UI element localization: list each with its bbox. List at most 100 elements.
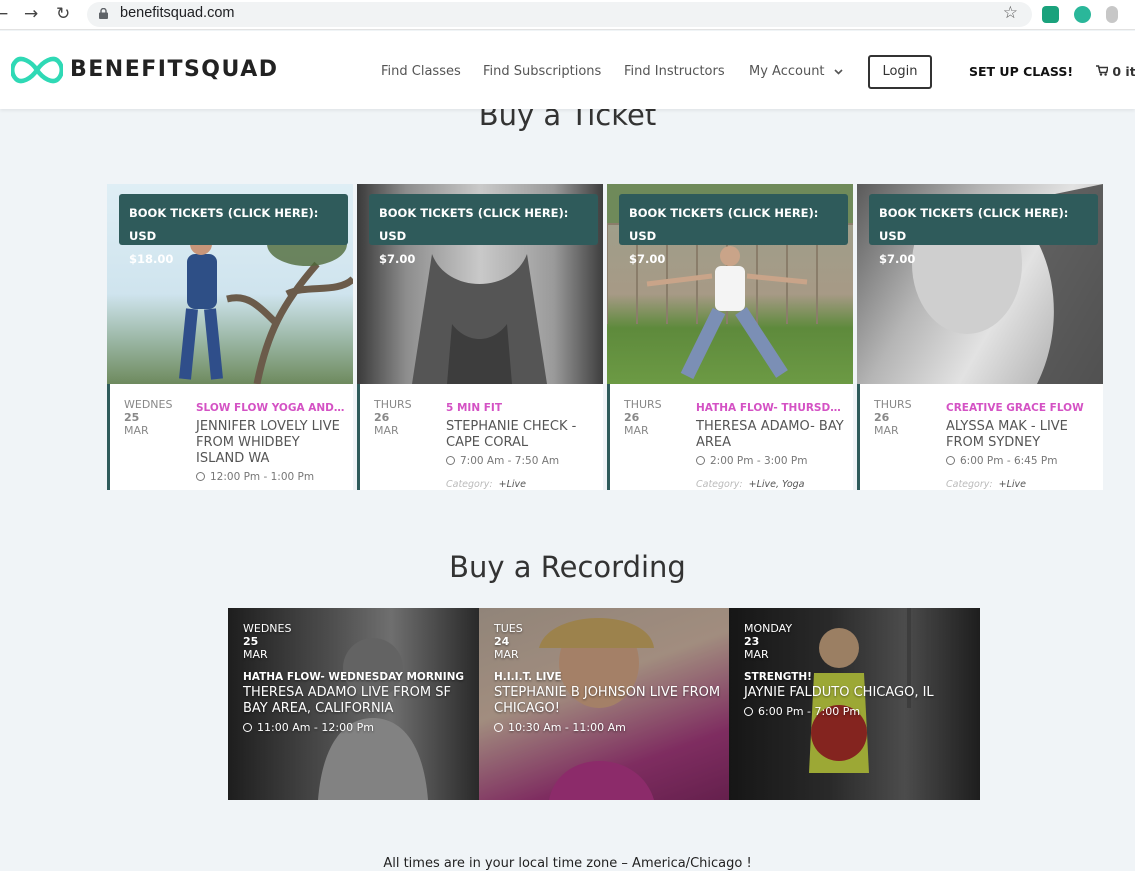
back-icon[interactable]: ← <box>0 4 8 24</box>
book-tickets-label: BOOK TICKETS (CLICK HERE): USD <box>879 206 1069 243</box>
event-time-text: 2:00 Pm - 3:00 Pm <box>710 455 808 467</box>
event-month: MAR <box>374 424 399 437</box>
class-title-link[interactable]: CREATIVE GRACE FLOW <box>946 402 1096 414</box>
recording-details: TUES 24 MAR H.I.I.T. LIVE STEPHANIE B JO… <box>494 622 722 734</box>
category-label: Category: <box>696 479 743 490</box>
nav-my-account[interactable]: My Account <box>749 64 843 79</box>
nav-find-classes[interactable]: Find Classes <box>381 64 461 79</box>
recording-day: 23 <box>744 635 760 648</box>
class-title-link[interactable]: SLOW FLOW YOGA AND … <box>196 402 346 414</box>
cart-count: 0 ite <box>1112 64 1135 79</box>
ticket-card[interactable]: BOOK TICKETS (CLICK HERE): USD $7.00 THU… <box>857 184 1103 490</box>
event-time: 7:00 Am - 7:50 Am <box>446 455 559 467</box>
event-time-text: 7:00 Am - 7:50 Am <box>460 455 560 467</box>
event-date: WEDNES 25 MAR <box>124 398 172 437</box>
extension-icon[interactable] <box>1042 6 1059 23</box>
recording-time-text: 6:00 Pm - 7:00 Pm <box>758 705 861 718</box>
ticket-card[interactable]: BOOK TICKETS (CLICK HERE): USD $18.00 WE… <box>107 184 353 490</box>
clock-icon <box>946 456 955 465</box>
recording-instructor: JAYNIE FALDUTO CHICAGO, IL <box>744 685 934 700</box>
ticket-details: THURS 26 MAR 5 MIN FIT STEPHANIE CHECK -… <box>357 384 603 490</box>
category-tags[interactable]: +Live <box>999 479 1026 490</box>
recording-time: 11:00 Am - 12:00 Pm <box>243 721 471 734</box>
recording-day: 24 <box>494 635 510 648</box>
event-time: 6:00 Pm - 6:45 Pm <box>946 455 1057 467</box>
class-photo[interactable]: BOOK TICKETS (CLICK HERE): USD $7.00 <box>857 184 1103 384</box>
recording-month: MAR <box>494 648 519 661</box>
instructor-name: STEPHANIE CHECK - CAPE CORAL <box>446 419 577 450</box>
recording-month: MAR <box>243 648 268 661</box>
book-tickets-button[interactable]: BOOK TICKETS (CLICK HERE): USD $7.00 <box>869 194 1098 266</box>
reload-icon[interactable]: ↻ <box>56 4 70 24</box>
book-tickets-label: BOOK TICKETS (CLICK HERE): USD <box>629 206 819 243</box>
event-day: 26 <box>624 411 640 424</box>
recording-date: MONDAY 23 MAR <box>744 622 972 661</box>
setup-class-link[interactable]: SET UP CLASS! <box>969 64 1073 79</box>
category-tags[interactable]: +Live <box>499 479 526 490</box>
address-bar[interactable]: benefitsquad.com ☆ <box>87 2 1032 27</box>
url-text[interactable]: benefitsquad.com <box>120 5 234 21</box>
clock-icon <box>696 456 705 465</box>
event-categories: Category: +Live <box>946 479 1026 490</box>
recording-title-link[interactable]: HATHA FLOW- WEDNESDAY MORNING <box>243 671 471 683</box>
event-date: THURS 26 MAR <box>874 398 912 437</box>
browser-toolbar: ← → ↻ benefitsquad.com ☆ <box>0 0 1135 30</box>
nav-find-instructors[interactable]: Find Instructors <box>624 64 725 79</box>
event-month: MAR <box>124 424 149 437</box>
class-photo[interactable]: BOOK TICKETS (CLICK HERE): USD $7.00 <box>607 184 853 384</box>
extension-icon[interactable] <box>1106 6 1118 23</box>
event-date: THURS 26 MAR <box>624 398 662 437</box>
nav-my-account-label: My Account <box>749 64 825 79</box>
book-tickets-button[interactable]: BOOK TICKETS (CLICK HERE): USD $18.00 <box>119 194 348 266</box>
event-time-text: 12:00 Pm - 1:00 Pm <box>210 471 315 483</box>
class-photo[interactable]: BOOK TICKETS (CLICK HERE): USD $7.00 <box>357 184 603 384</box>
recording-instructor: STEPHANIE B JOHNSON LIVE FROM CHICAGO! <box>494 685 721 716</box>
event-weekday: THURS <box>374 398 412 411</box>
recording-date: TUES 24 MAR <box>494 622 722 661</box>
category-tags[interactable]: +Live, Yoga <box>749 479 805 490</box>
recording-card[interactable]: TUES 24 MAR H.I.I.T. LIVE STEPHANIE B JO… <box>479 608 730 800</box>
recording-title-link[interactable]: H.I.I.T. LIVE <box>494 671 722 683</box>
login-button[interactable]: Login <box>868 55 932 89</box>
recording-card[interactable]: WEDNES 25 MAR HATHA FLOW- WEDNESDAY MORN… <box>228 608 479 800</box>
ticket-price: $7.00 <box>629 252 666 266</box>
event-day: 25 <box>124 411 140 424</box>
nav-find-subscriptions[interactable]: Find Subscriptions <box>483 64 601 79</box>
recording-instructor: THERESA ADAMO LIVE FROM SF BAY AREA, CAL… <box>243 685 451 716</box>
lock-icon <box>99 8 108 19</box>
recording-weekday: WEDNES <box>243 622 292 635</box>
class-photo[interactable]: BOOK TICKETS (CLICK HERE): USD $18.00 <box>107 184 353 384</box>
class-title-link[interactable]: 5 MIN FIT <box>446 402 596 414</box>
event-time: 2:00 Pm - 3:00 Pm <box>696 455 807 467</box>
book-tickets-label: BOOK TICKETS (CLICK HERE): USD <box>129 206 319 243</box>
event-day: 26 <box>374 411 390 424</box>
ticket-price: $7.00 <box>879 252 916 266</box>
instructor-name: THERESA ADAMO- BAY AREA <box>696 419 844 450</box>
profile-extension-icon[interactable] <box>1074 6 1091 23</box>
clock-icon <box>243 723 252 732</box>
recording-date: WEDNES 25 MAR <box>243 622 471 661</box>
cart-link[interactable]: 0 ite <box>1096 64 1135 79</box>
event-day: 26 <box>874 411 890 424</box>
recording-time-text: 10:30 Am - 11:00 Am <box>508 721 626 734</box>
event-categories: Category: +Live <box>446 479 526 490</box>
forward-icon[interactable]: → <box>24 4 38 24</box>
recording-time-text: 11:00 Am - 12:00 Pm <box>257 721 374 734</box>
logo-icon[interactable] <box>11 53 63 87</box>
recording-title-link[interactable]: STRENGTH! <box>744 671 972 683</box>
ticket-card[interactable]: BOOK TICKETS (CLICK HERE): USD $7.00 THU… <box>607 184 853 490</box>
chevron-down-icon <box>834 69 843 75</box>
recordings-section-title: Buy a Recording <box>449 550 686 584</box>
class-title-link[interactable]: HATHA FLOW- THURSDA… <box>696 402 846 414</box>
book-tickets-button[interactable]: BOOK TICKETS (CLICK HERE): USD $7.00 <box>369 194 598 266</box>
ticket-price: $7.00 <box>379 252 416 266</box>
bookmark-star-icon[interactable]: ☆ <box>1003 3 1018 23</box>
logo-text[interactable]: BENEFITSQUAD <box>70 57 278 82</box>
category-label: Category: <box>446 479 493 490</box>
book-tickets-label: BOOK TICKETS (CLICK HERE): USD <box>379 206 569 243</box>
book-tickets-button[interactable]: BOOK TICKETS (CLICK HERE): USD $7.00 <box>619 194 848 266</box>
clock-icon <box>494 723 503 732</box>
ticket-card[interactable]: BOOK TICKETS (CLICK HERE): USD $7.00 THU… <box>357 184 603 490</box>
site-header: BENEFITSQUAD Find Classes Find Subscript… <box>0 31 1135 109</box>
recording-card[interactable]: MONDAY 23 MAR STRENGTH! JAYNIE FALDUTO C… <box>729 608 980 800</box>
